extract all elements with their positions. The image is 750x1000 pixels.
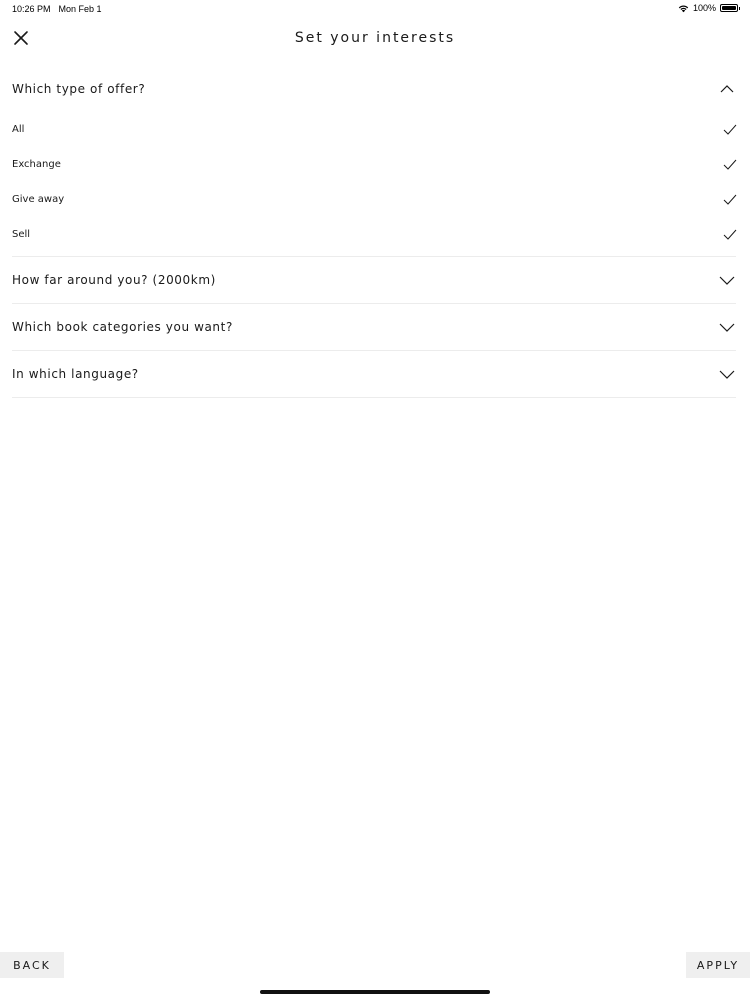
battery-icon bbox=[720, 4, 740, 12]
section-header-distance[interactable]: How far around you? (2000km) bbox=[12, 257, 736, 303]
option-sell[interactable]: Sell bbox=[12, 217, 737, 252]
section-title: Which book categories you want? bbox=[12, 320, 233, 334]
option-label: Sell bbox=[12, 229, 31, 240]
header: Set your interests bbox=[0, 18, 750, 62]
option-label: Give away bbox=[12, 194, 65, 205]
battery-percent: 100% bbox=[692, 3, 716, 13]
section-book-categories: Which book categories you want? bbox=[12, 304, 736, 351]
section-header-language[interactable]: In which language? bbox=[12, 351, 736, 397]
status-bar: 10:26 PM Mon Feb 1 100% bbox=[0, 0, 750, 18]
checkmark-icon bbox=[723, 159, 737, 170]
option-exchange[interactable]: Exchange bbox=[12, 147, 737, 182]
section-title: Which type of offer? bbox=[12, 82, 146, 96]
section-language: In which language? bbox=[12, 351, 736, 398]
checkmark-icon bbox=[723, 194, 737, 205]
status-date: Mon Feb 1 bbox=[58, 4, 102, 14]
status-time: 10:26 PM bbox=[12, 4, 51, 14]
wifi-icon bbox=[678, 5, 689, 12]
section-distance: How far around you? (2000km) bbox=[12, 257, 736, 304]
section-header-book-categories[interactable]: Which book categories you want? bbox=[12, 304, 736, 350]
section-title: In which language? bbox=[12, 367, 139, 381]
option-label: All bbox=[12, 124, 25, 135]
chevron-up-icon bbox=[720, 85, 734, 93]
chevron-down-icon bbox=[719, 370, 735, 379]
option-give-away[interactable]: Give away bbox=[12, 182, 737, 217]
section-offer-type: Which type of offer? All Exchange Give a… bbox=[12, 66, 737, 257]
page-title: Set your interests bbox=[294, 30, 456, 46]
back-button[interactable]: BACK bbox=[0, 952, 64, 978]
home-indicator bbox=[260, 990, 490, 994]
interests-accordion: Which type of offer? All Exchange Give a… bbox=[12, 66, 737, 398]
section-header-offer-type[interactable]: Which type of offer? bbox=[12, 66, 736, 112]
option-all[interactable]: All bbox=[12, 112, 737, 147]
offer-type-options: All Exchange Give away Sell bbox=[12, 112, 737, 256]
apply-button[interactable]: APPLY bbox=[686, 952, 750, 978]
checkmark-icon bbox=[723, 229, 737, 240]
checkmark-icon bbox=[723, 124, 737, 135]
chevron-down-icon bbox=[719, 276, 735, 285]
chevron-down-icon bbox=[719, 323, 735, 332]
option-label: Exchange bbox=[12, 159, 61, 170]
section-title: How far around you? (2000km) bbox=[12, 273, 216, 287]
